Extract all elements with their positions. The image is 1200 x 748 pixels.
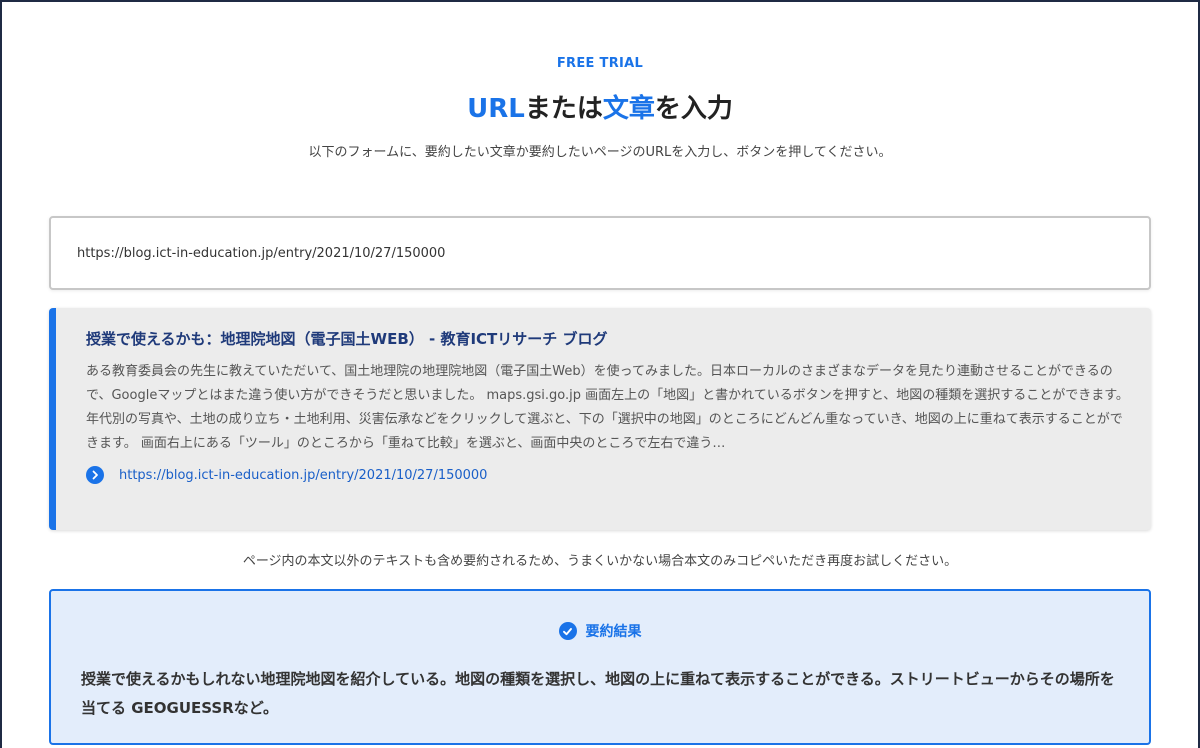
preview-title: 授業で使えるかも：地理院地図（電子国土WEB） - 教育ICTリサーチ ブログ [86,330,608,348]
summary-text: 授業で使えるかもしれない地理院地図を紹介している。地図の種類を選択し、地図の上に… [81,670,1115,717]
link-preview-card: 授業で使えるかも：地理院地図（電子国土WEB） - 教育ICTリサーチ ブログ … [49,308,1151,530]
preview-link-row[interactable]: https://blog.ict-in-education.jp/entry/2… [86,466,1121,484]
page-frame: FREE TRIAL URLまたは文章を入力 以下のフォームに、要約したい文章か… [2,2,1198,748]
check-circle-icon [558,622,577,640]
result-heading: 要約結果 [81,621,1119,641]
summary-result-box: 要約結果 授業で使えるかもしれない地理院地図を紹介している。地図の種類を選択し、… [49,589,1151,745]
preview-description: ある教育委員会の先生に教えていただいて、国土地理院の地理院地図（電子国土Web）… [86,364,1129,451]
result-heading-label: 要約結果 [585,624,642,640]
title-url-word: URL [467,94,525,124]
title-text-word: 文章 [602,94,655,124]
chevron-right-icon [86,466,104,484]
page-subtitle: 以下のフォームに、要約したい文章か要約したいページのURLを入力し、ボタンを押し… [308,145,892,160]
free-trial-label: FREE TRIAL [556,56,644,71]
url-input[interactable] [49,216,1151,290]
title-input-word: を入力 [654,94,733,124]
page-title: URLまたは文章を入力 [2,88,1198,125]
preview-link[interactable]: https://blog.ict-in-education.jp/entry/2… [119,468,487,483]
title-or-word: または [524,94,603,124]
notice-text: ページ内の本文以外のテキストも含め要約されるため、うまくいかない場合本文のみコピ… [242,554,958,569]
